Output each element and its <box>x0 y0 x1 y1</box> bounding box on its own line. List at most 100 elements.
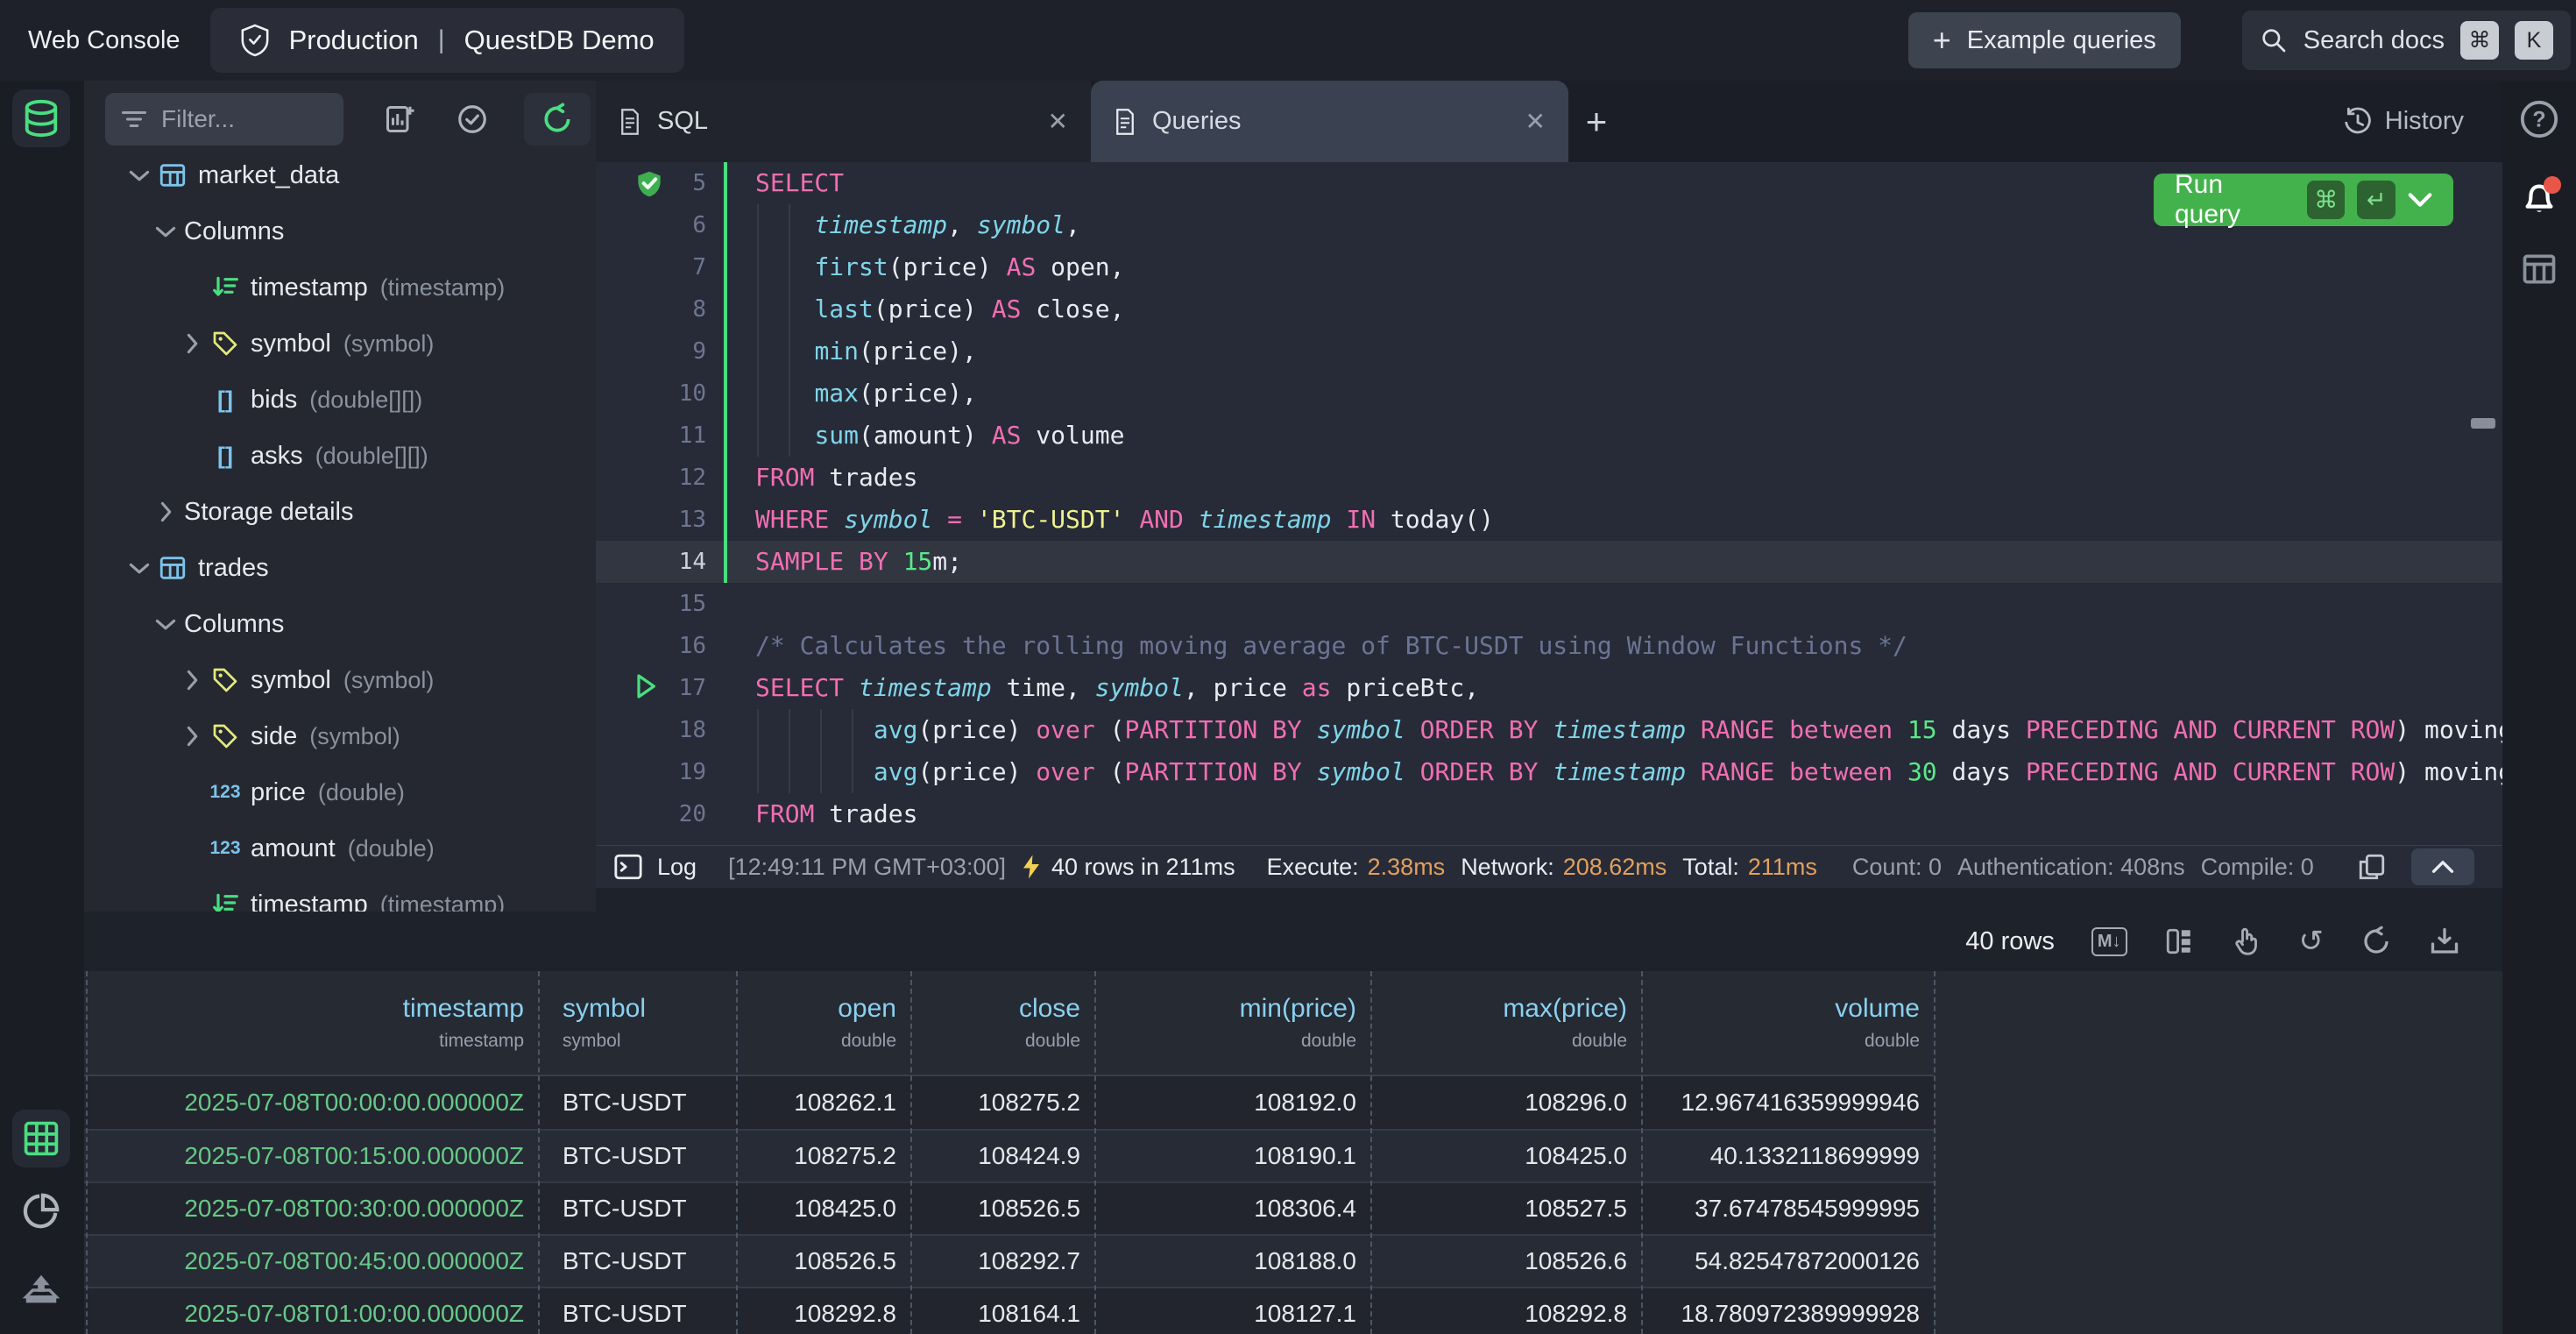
chevron-down-icon[interactable] <box>128 561 151 575</box>
import-icon[interactable] <box>12 1261 70 1319</box>
code-line-20[interactable]: 20FROM trades <box>596 793 2502 835</box>
code-line-8[interactable]: 8 last(price) AS close, <box>596 288 2502 330</box>
column-header-open[interactable]: opendouble <box>736 971 910 1075</box>
column-separator[interactable] <box>86 971 88 1334</box>
help-icon[interactable]: ? <box>2519 99 2559 139</box>
tree-item-trades[interactable]: trades <box>128 540 596 596</box>
tree-item-market-data[interactable]: market_data <box>128 147 596 203</box>
tree-item-columns[interactable]: Columns <box>154 596 596 652</box>
tree-item-amount[interactable]: 123amount(double) <box>180 820 596 876</box>
document-icon <box>619 109 641 135</box>
table-row[interactable]: 2025-07-08T00:15:00.000000ZBTC-USDT10827… <box>84 1129 1934 1181</box>
code-line-7[interactable]: 7 first(price) AS open, <box>596 246 2502 288</box>
tree-item-symbol[interactable]: symbol(symbol) <box>180 316 596 372</box>
tree-item-asks[interactable]: []asks(double[][]) <box>180 428 596 484</box>
code-line-19[interactable]: 19 avg(price) over (PARTITION BY symbol … <box>596 751 2502 793</box>
instance-pill[interactable]: Production | QuestDB Demo <box>210 8 684 73</box>
refresh-results-icon[interactable] <box>2360 926 2392 957</box>
table-row[interactable]: 2025-07-08T00:30:00.000000ZBTC-USDT10842… <box>84 1181 1934 1234</box>
table-row[interactable]: 2025-07-08T01:00:00.000000ZBTC-USDT10829… <box>84 1287 1934 1334</box>
example-queries-button[interactable]: + Example queries <box>1908 12 2181 68</box>
run-line-play-icon[interactable] <box>633 672 664 704</box>
column-separator[interactable] <box>910 971 912 1334</box>
copy-log-icon[interactable] <box>2357 852 2387 882</box>
sql-editor[interactable]: 5SELECT6 timestamp, symbol,7 first(price… <box>596 162 2502 846</box>
code-line-12[interactable]: 12FROM trades <box>596 457 2502 499</box>
column-separator[interactable] <box>1934 971 1936 1334</box>
search-docs-label: Search docs <box>2304 26 2445 55</box>
code-line-13[interactable]: 13WHERE symbol = 'BTC-USDT' AND timestam… <box>596 499 2502 541</box>
tree-item-storage-details[interactable]: Storage details <box>154 484 596 540</box>
markdown-export-icon[interactable]: M↓ <box>2091 927 2127 956</box>
return-key-icon: ↵ <box>2357 181 2396 219</box>
chevron-right-icon[interactable] <box>180 333 203 354</box>
code-line-10[interactable]: 10 max(price), <box>596 373 2502 415</box>
tree-item-bids[interactable]: []bids(double[][]) <box>180 372 596 428</box>
tables-nav-database-icon[interactable] <box>12 89 70 147</box>
tree-item-symbol[interactable]: symbol(symbol) <box>180 652 596 708</box>
chevron-down-icon[interactable] <box>154 617 177 631</box>
new-tab-button[interactable]: + <box>1568 81 1624 162</box>
code-line-15[interactable]: 15 <box>596 583 2502 625</box>
k-key-badge: K <box>2515 21 2553 60</box>
chart-view-icon[interactable] <box>12 1182 70 1240</box>
log-bar: Log [12:49:11 PM GMT+03:00] 40 rows in 2… <box>596 845 2502 888</box>
column-type: symbol <box>563 1031 621 1052</box>
results-panel-icon[interactable] <box>2520 250 2558 288</box>
search-docs-button[interactable]: Search docs ⌘ K <box>2242 11 2571 70</box>
column-header-symbol[interactable]: symbolsymbol <box>538 971 736 1075</box>
chevron-right-icon[interactable] <box>154 501 177 522</box>
code-line-16[interactable]: 16/* Calculates the rolling moving avera… <box>596 625 2502 667</box>
notifications-bell-icon[interactable] <box>2519 178 2559 218</box>
column-header-min-price-[interactable]: min(price)double <box>1094 971 1370 1075</box>
column-separator[interactable] <box>1641 971 1643 1334</box>
code-text: WHERE symbol = 'BTC-USDT' AND timestamp … <box>755 499 1494 541</box>
column-header-timestamp[interactable]: timestamptimestamp <box>84 971 538 1075</box>
tree-item-timestamp[interactable]: timestamp(timestamp) <box>180 876 596 912</box>
tree-item-columns[interactable]: Columns <box>154 203 596 259</box>
filter-input[interactable] <box>159 104 312 134</box>
tab-queries-close-icon[interactable]: ✕ <box>1525 107 1546 136</box>
grid-layout-icon[interactable] <box>2164 926 2194 956</box>
column-separator[interactable] <box>1370 971 1372 1334</box>
chevron-right-icon[interactable] <box>180 726 203 747</box>
filter-input-box[interactable] <box>105 93 343 145</box>
column-separator[interactable] <box>1094 971 1096 1334</box>
table-row[interactable]: 2025-07-08T00:00:00.000000ZBTC-USDT10826… <box>84 1076 1934 1129</box>
restore-view-icon[interactable]: ↺ <box>2299 926 2325 956</box>
suspended-tables-filter-icon[interactable] <box>456 103 489 136</box>
grid-view-icon[interactable] <box>12 1110 70 1167</box>
tab-sql-close-icon[interactable]: ✕ <box>1048 107 1068 136</box>
tab-sql[interactable]: SQL ✕ <box>596 81 1091 162</box>
chevron-down-icon[interactable] <box>154 224 177 238</box>
code-line-17[interactable]: 17SELECT timestamp time, symbol, price a… <box>596 667 2502 709</box>
shield-check-icon <box>240 24 270 57</box>
tab-queries[interactable]: Queries ✕ <box>1091 81 1568 162</box>
editor-scrollbar-thumb[interactable] <box>2471 418 2495 429</box>
column-separator[interactable] <box>736 971 738 1334</box>
collapse-log-button[interactable] <box>2411 848 2474 885</box>
chevron-right-icon[interactable] <box>180 670 203 691</box>
tree-item-timestamp[interactable]: timestamp(timestamp) <box>180 259 596 316</box>
table-row[interactable]: 2025-07-08T00:45:00.000000ZBTC-USDT10852… <box>84 1234 1934 1287</box>
column-header-volume[interactable]: volumedouble <box>1641 971 1934 1075</box>
tree-item-price[interactable]: 123price(double) <box>180 764 596 820</box>
pointer-hand-icon[interactable] <box>2231 926 2262 957</box>
column-header-max-price-[interactable]: max(price)double <box>1370 971 1641 1075</box>
column-header-close[interactable]: closedouble <box>910 971 1094 1075</box>
refresh-tables-button[interactable] <box>524 93 591 145</box>
history-button[interactable]: History <box>2343 81 2464 162</box>
run-options-chevron-icon[interactable] <box>2408 192 2432 208</box>
download-results-icon[interactable] <box>2429 926 2460 957</box>
column-separator[interactable] <box>538 971 540 1334</box>
chevron-down-icon[interactable] <box>128 168 151 182</box>
code-line-18[interactable]: 18 avg(price) over (PARTITION BY symbol … <box>596 709 2502 751</box>
code-line-14[interactable]: 14SAMPLE BY 15m; <box>596 541 2502 583</box>
code-line-9[interactable]: 9 min(price), <box>596 330 2502 373</box>
code-line-11[interactable]: 11 sum(amount) AS volume <box>596 415 2502 457</box>
run-query-button[interactable]: Run query ⌘ ↵ <box>2154 174 2453 226</box>
tree-item-side[interactable]: side(symbol) <box>180 708 596 764</box>
cell: BTC-USDT <box>538 1131 736 1181</box>
add-materialized-view-icon[interactable] <box>384 103 415 135</box>
results-toolbar: 40 rows M↓ ↺ <box>84 912 2502 971</box>
